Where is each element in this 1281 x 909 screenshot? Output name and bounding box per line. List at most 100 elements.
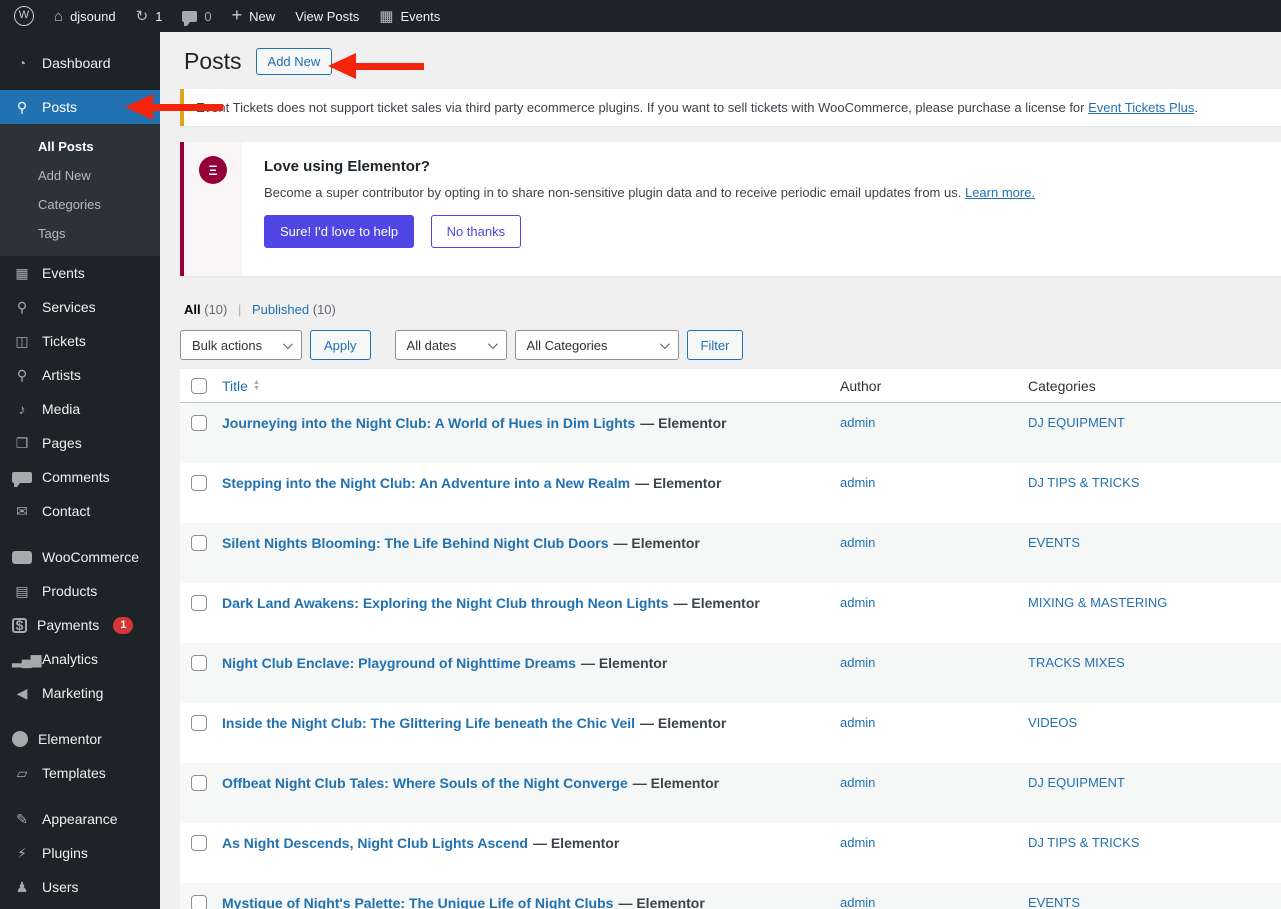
sidebar-item-marketing[interactable]: ◀Marketing [0, 676, 160, 710]
row-checkbox[interactable] [191, 775, 207, 791]
elementor-no-thanks-button[interactable]: No thanks [431, 215, 522, 248]
updates-count: 1 [155, 9, 162, 24]
updates-link[interactable]: ↻ 1 [126, 0, 173, 32]
analytics-icon: ▂▄▆ [12, 652, 32, 666]
post-category-link[interactable]: DJ TIPS & TRICKS [1028, 475, 1140, 490]
post-author-link[interactable]: admin [840, 595, 875, 610]
site-name-link[interactable]: ⌂ djsound [44, 0, 126, 32]
sidebar-item-appearance[interactable]: ✎Appearance [0, 802, 160, 836]
row-checkbox[interactable] [191, 715, 207, 731]
sidebar-item-contact[interactable]: ✉Contact [0, 494, 160, 528]
post-category-link[interactable]: TRACKS MIXES [1028, 655, 1125, 670]
sidebar-item-label: Products [42, 583, 97, 599]
post-category-link[interactable]: DJ EQUIPMENT [1028, 415, 1125, 430]
post-category-link[interactable]: VIDEOS [1028, 715, 1077, 730]
post-title-link[interactable]: Journeying into the Night Club: A World … [222, 415, 635, 431]
row-checkbox[interactable] [191, 415, 207, 431]
pushpin-icon: ⚲ [12, 300, 32, 314]
submenu-item-add-new[interactable]: Add New [0, 161, 160, 190]
sidebar-item-artists[interactable]: ⚲Artists [0, 358, 160, 392]
sidebar-item-tickets[interactable]: ◫Tickets [0, 324, 160, 358]
view-posts-link[interactable]: View Posts [285, 0, 369, 32]
post-category-link[interactable]: MIXING & MASTERING [1028, 595, 1167, 610]
apply-button[interactable]: Apply [310, 330, 371, 360]
event-tickets-plus-link[interactable]: Event Tickets Plus [1088, 100, 1194, 115]
filter-button[interactable]: Filter [687, 330, 744, 360]
submenu-item-all-posts[interactable]: All Posts [0, 132, 160, 161]
wordpress-menu[interactable]: W [4, 0, 44, 32]
post-status-views: All (10) | Published (10) [184, 302, 1281, 322]
select-all-checkbox[interactable] [191, 378, 207, 394]
post-author-link[interactable]: admin [840, 715, 875, 730]
sidebar-item-pages[interactable]: ❐Pages [0, 426, 160, 460]
post-row: Silent Nights Blooming: The Life Behind … [180, 523, 1281, 583]
sidebar-item-dashboard[interactable]: ◔Dashboard [0, 46, 160, 80]
post-author-link[interactable]: admin [840, 895, 875, 909]
pushpin-icon: ⚲ [12, 368, 32, 382]
post-title-link[interactable]: Inside the Night Club: The Glittering Li… [222, 715, 635, 731]
sidebar-item-analytics[interactable]: ▂▄▆Analytics [0, 642, 160, 676]
elementor-optin-button[interactable]: Sure! I'd love to help [264, 215, 414, 248]
row-checkbox[interactable] [191, 595, 207, 611]
post-category-link[interactable]: EVENTS [1028, 535, 1080, 550]
bulk-actions-select[interactable]: Bulk actions [180, 330, 302, 360]
row-checkbox[interactable] [191, 655, 207, 671]
post-author-link[interactable]: admin [840, 475, 875, 490]
dashboard-icon: ◔ [12, 56, 32, 70]
sidebar-item-templates[interactable]: ▱Templates [0, 756, 160, 790]
post-title-link[interactable]: Mystique of Night's Palette: The Unique … [222, 895, 613, 909]
sidebar-item-label: Pages [42, 435, 82, 451]
all-dates-select[interactable]: All dates [395, 330, 507, 360]
add-new-button[interactable]: Add New [256, 48, 333, 75]
submenu-item-categories[interactable]: Categories [0, 190, 160, 219]
post-category-link[interactable]: DJ TIPS & TRICKS [1028, 835, 1140, 850]
sidebar-item-elementor[interactable]: ΞElementor [0, 722, 160, 756]
ticket-icon: ◫ [12, 334, 32, 348]
sidebar-item-products[interactable]: ▤Products [0, 574, 160, 608]
view-all-link[interactable]: All [184, 302, 201, 317]
posts-table-body: Journeying into the Night Club: A World … [180, 403, 1281, 909]
learn-more-link[interactable]: Learn more. [965, 185, 1035, 200]
sidebar-item-media[interactable]: ♪Media [0, 392, 160, 426]
new-content-link[interactable]: + New [222, 0, 286, 32]
post-row: Dark Land Awakens: Exploring the Night C… [180, 583, 1281, 643]
post-category-link[interactable]: DJ EQUIPMENT [1028, 775, 1125, 790]
sidebar-item-plugins[interactable]: ⚡Plugins [0, 836, 160, 870]
sidebar-item-posts[interactable]: ⚲Posts [0, 90, 160, 124]
row-checkbox[interactable] [191, 895, 207, 909]
comments-link[interactable]: 0 [172, 0, 221, 32]
events-link[interactable]: ▦ Events [369, 0, 450, 32]
post-author-link[interactable]: admin [840, 655, 875, 670]
post-title-suffix: — Elementor [673, 595, 759, 611]
elementor-notice-body: Love using Elementor? Become a super con… [242, 142, 1055, 276]
row-checkbox[interactable] [191, 835, 207, 851]
post-title-link[interactable]: Offbeat Night Club Tales: Where Souls of… [222, 775, 628, 791]
posts-submenu: All PostsAdd NewCategoriesTags [0, 124, 160, 256]
post-title-link[interactable]: Dark Land Awakens: Exploring the Night C… [222, 595, 668, 611]
post-author-link[interactable]: admin [840, 415, 875, 430]
post-category-link[interactable]: EVENTS [1028, 895, 1080, 909]
post-title-link[interactable]: Stepping into the Night Club: An Adventu… [222, 475, 630, 491]
sidebar-item-woocommerce[interactable]: WWooCommerce [0, 540, 160, 574]
sidebar-item-payments[interactable]: $Payments1 [0, 608, 160, 642]
post-title-link[interactable]: Night Club Enclave: Playground of Nightt… [222, 655, 576, 671]
sidebar-item-users[interactable]: ♟Users [0, 870, 160, 904]
post-title-suffix: — Elementor [640, 415, 726, 431]
row-checkbox[interactable] [191, 475, 207, 491]
view-published-link[interactable]: Published [252, 302, 309, 317]
comments-bubble-icon [182, 11, 197, 22]
sidebar-item-label: Elementor [38, 731, 102, 747]
row-checkbox[interactable] [191, 535, 207, 551]
post-author-link[interactable]: admin [840, 775, 875, 790]
post-author-link[interactable]: admin [840, 835, 875, 850]
post-title-link[interactable]: Silent Nights Blooming: The Life Behind … [222, 535, 609, 551]
post-author-link[interactable]: admin [840, 535, 875, 550]
sort-by-title-link[interactable]: Title ▲▼ [222, 378, 260, 394]
all-categories-select[interactable]: All Categories [515, 330, 679, 360]
sidebar-item-comments[interactable]: Comments [0, 460, 160, 494]
sidebar-item-events[interactable]: ▦Events [0, 256, 160, 290]
post-title-link[interactable]: As Night Descends, Night Club Lights Asc… [222, 835, 528, 851]
sidebar-item-services[interactable]: ⚲Services [0, 290, 160, 324]
updates-icon: ↻ [136, 9, 149, 24]
submenu-item-tags[interactable]: Tags [0, 219, 160, 248]
